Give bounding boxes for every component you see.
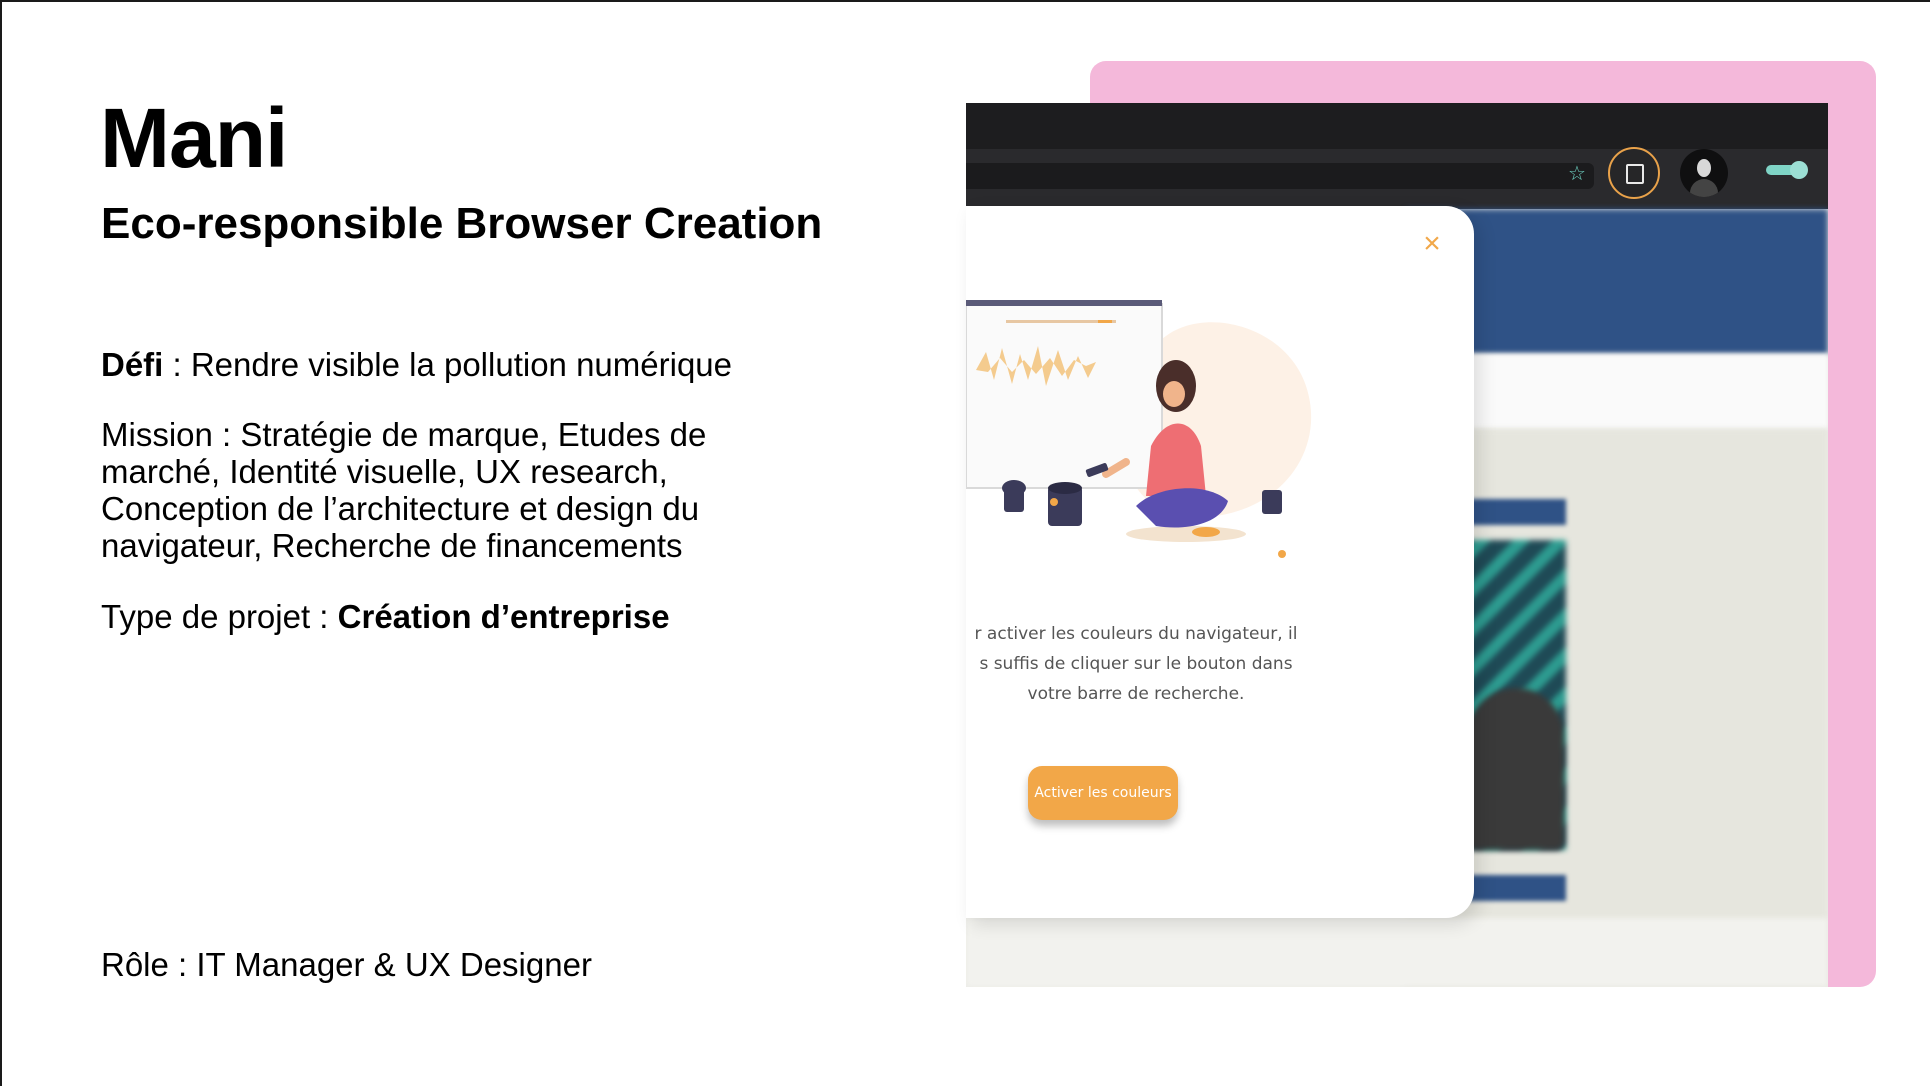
close-icon[interactable]: × <box>1420 229 1444 259</box>
address-bar[interactable] <box>966 163 1594 189</box>
mission-paragraph: Mission : Stratégie de marque, Etudes de… <box>101 416 707 564</box>
challenge-paragraph: Défi : Rendre visible la pollution numér… <box>101 346 732 383</box>
challenge-text: : Rendre visible la pollution numérique <box>163 346 733 383</box>
browser-tabstrip <box>966 103 1828 149</box>
toggle-knob <box>1790 161 1808 179</box>
challenge-label: Défi <box>101 346 164 383</box>
avatar[interactable] <box>1680 149 1728 197</box>
eco-mode-button[interactable] <box>1608 147 1660 199</box>
modal-text-line-3: votre barre de recherche. <box>1027 684 1245 704</box>
website-person-image-blurred <box>1468 688 1564 850</box>
eco-mode-icon <box>1626 164 1644 184</box>
project-type-label: Type de projet : <box>101 598 338 635</box>
color-toggle[interactable] <box>1766 161 1808 179</box>
activate-colors-button[interactable]: Activer les couleurs <box>1028 766 1178 820</box>
avatar-shoulders <box>1690 179 1718 197</box>
project-type-value: Création d’entreprise <box>337 598 670 635</box>
activate-colors-modal: × r activer les couleurs du navigateur, … <box>966 206 1474 918</box>
project-type-paragraph: Type de projet : Création d’entreprise <box>101 598 670 635</box>
avatar-face <box>1697 159 1711 177</box>
modal-text-line-2: s suffis de cliquer sur le bouton dans <box>979 654 1293 674</box>
project-title: Mani <box>100 91 288 185</box>
website-bottom-text-blurred <box>966 918 1828 987</box>
modal-instructions: r activer les couleurs du navigateur, il… <box>966 619 1306 709</box>
role-paragraph: Rôle : IT Manager & UX Designer <box>101 946 592 983</box>
painting-illustration <box>966 300 1312 558</box>
project-subtitle: Eco-responsible Browser Creation <box>101 199 823 248</box>
star-icon[interactable]: ☆ <box>1564 161 1590 187</box>
modal-text-line-1: r activer les couleurs du navigateur, il <box>974 624 1298 644</box>
